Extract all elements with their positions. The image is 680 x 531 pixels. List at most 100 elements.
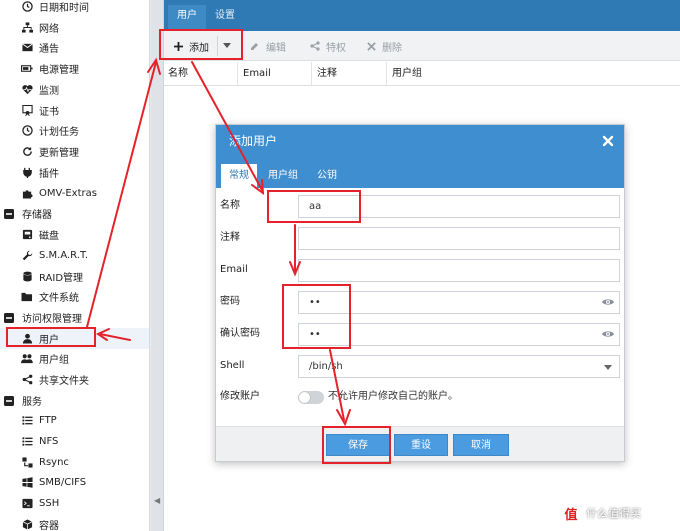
sidebar-item-smb-cifs[interactable]: SMB/CIFS — [0, 472, 149, 493]
windows-icon — [21, 477, 33, 489]
sidebar-item-label: 访问权限管理 — [22, 314, 82, 325]
minus-square-icon — [4, 395, 14, 406]
password-label: 密码 — [220, 296, 240, 307]
folder-icon — [21, 291, 33, 303]
privileges-button[interactable]: 特权 — [310, 36, 346, 56]
toolbar-divider — [217, 36, 218, 56]
sidebar-group-10[interactable]: 存储器 — [0, 203, 149, 224]
email-field[interactable] — [298, 259, 620, 282]
eye-icon[interactable] — [602, 328, 614, 340]
password-field[interactable]: •• — [298, 291, 620, 314]
edit-button[interactable]: 编辑 — [250, 36, 286, 56]
chevron-down-icon[interactable] — [604, 365, 612, 370]
name-field[interactable]: aa — [298, 195, 620, 218]
password-row: 密码 •• — [216, 289, 624, 315]
add-dropdown-button[interactable] — [223, 36, 231, 56]
sidebar-item-14[interactable]: 文件系统 — [0, 286, 149, 307]
sidebar-item-nfs[interactable]: NFS — [0, 431, 149, 452]
sidebar-item-label: SSH — [39, 498, 60, 509]
tab-users[interactable]: 用户 — [168, 5, 206, 31]
sidebar-item-7[interactable]: 更新管理 — [0, 141, 149, 162]
certificate-icon — [21, 105, 33, 117]
modify-account-description: 不允许用户修改自己的账户。 — [328, 391, 458, 402]
sidebar-item-label: 证书 — [39, 107, 59, 118]
share-icon — [310, 41, 320, 51]
dialog-tab-groups[interactable]: 用户组 — [260, 164, 306, 188]
sidebar-item-label: 容器 — [39, 521, 59, 531]
dialog-close-icon[interactable] — [602, 135, 614, 147]
comment-field[interactable] — [298, 227, 620, 250]
add-button-label: 添加 — [189, 42, 209, 54]
grid-header: 名称 Email 注释 用户组 — [164, 62, 680, 86]
shell-label: Shell — [220, 360, 245, 371]
save-button[interactable]: 保存 — [326, 434, 390, 456]
sidebar-item-label: OMV-Extras — [39, 188, 97, 199]
sidebar-item-label: 用户 — [39, 335, 59, 346]
sidebar-item-ssh[interactable]: SSH — [0, 493, 149, 514]
sidebar-splitter[interactable]: ◀ — [151, 0, 164, 531]
name-label: 名称 — [220, 200, 240, 211]
sidebar-item-label: 日期和时间 — [39, 3, 89, 14]
user-icon — [21, 333, 33, 345]
plus-icon — [174, 41, 183, 51]
dialog-tab-bar: 常规 用户组 公钥 — [216, 158, 624, 188]
eye-icon[interactable] — [602, 296, 614, 308]
sidebar-item-3[interactable]: 电源管理 — [0, 58, 149, 79]
list-icon — [21, 415, 33, 427]
minus-square-icon — [4, 208, 14, 219]
modify-account-toggle[interactable] — [298, 391, 324, 404]
column-header-name[interactable]: 名称 — [164, 62, 238, 86]
dialog-footer: 保存 重设 取消 — [216, 426, 624, 461]
users-icon — [21, 353, 33, 365]
sidebar-item-6[interactable]: 计划任务 — [0, 120, 149, 141]
sidebar-item-ftp[interactable]: FTP — [0, 410, 149, 431]
dialog-title-text: 添加用户 — [229, 134, 278, 148]
dialog-tab-public-keys[interactable]: 公钥 — [309, 164, 345, 188]
sidebar-item-1[interactable]: 网络 — [0, 17, 149, 38]
puzzle-icon — [21, 188, 33, 200]
sidebar-item-label: 插件 — [39, 169, 59, 180]
sidebar-item-4[interactable]: 监测 — [0, 79, 149, 100]
comment-row: 注释 — [216, 225, 624, 251]
sidebar-group-15[interactable]: 访问权限管理 — [0, 307, 149, 328]
email-row: Email — [216, 257, 624, 283]
column-header-email[interactable]: Email — [239, 62, 312, 86]
sidebar-item-0[interactable]: 日期和时间 — [0, 0, 149, 17]
dialog-tab-general[interactable]: 常规 — [221, 164, 257, 188]
sidebar-item-16[interactable]: 用户 — [0, 328, 149, 349]
sidebar-item-18[interactable]: 共享文件夹 — [0, 369, 149, 390]
sidebar-item-5[interactable]: 证书 — [0, 100, 149, 121]
tab-settings[interactable]: 设置 — [206, 5, 244, 31]
sidebar-item-label: 共享文件夹 — [39, 376, 89, 387]
delete-button[interactable]: 删除 — [367, 36, 402, 56]
reset-button[interactable]: 重设 — [394, 434, 448, 456]
sidebar-item-label: Rsync — [39, 457, 69, 468]
list-icon — [21, 436, 33, 448]
cancel-button[interactable]: 取消 — [453, 434, 509, 456]
toggle-knob — [299, 392, 310, 403]
sidebar-item-label: RAID管理 — [39, 273, 84, 284]
sidebar-item-rsync[interactable]: Rsync — [0, 452, 149, 473]
close-icon — [367, 41, 376, 51]
sidebar-group-19[interactable]: 服务 — [0, 390, 149, 411]
column-header-comment[interactable]: 注释 — [313, 62, 387, 86]
sidebar-item-omv-extras[interactable]: OMV-Extras — [0, 183, 149, 204]
confirm-password-field[interactable]: •• — [298, 323, 620, 346]
sidebar-item-raid[interactable]: RAID管理 — [0, 266, 149, 287]
sidebar-item-8[interactable]: 插件 — [0, 162, 149, 183]
sidebar-item-17[interactable]: 用户组 — [0, 348, 149, 369]
wrench-icon — [21, 250, 33, 262]
database-icon — [21, 271, 33, 283]
shell-select[interactable]: /bin/sh — [298, 355, 620, 378]
collapse-handle-icon[interactable]: ◀ — [154, 496, 160, 505]
column-header-groups[interactable]: 用户组 — [388, 62, 680, 86]
sidebar-item-s-m-a-r-t[interactable]: S.M.A.R.T. — [0, 245, 149, 266]
sidebar-item-2[interactable]: 通告 — [0, 37, 149, 58]
clock-icon — [21, 1, 33, 13]
toolbar: 添加 编辑 特权 删除 — [164, 31, 680, 61]
add-button[interactable]: 添加 — [174, 36, 209, 56]
share-icon — [21, 374, 33, 386]
sidebar-item-11[interactable]: 磁盘 — [0, 224, 149, 245]
disk-icon — [21, 229, 33, 241]
sidebar-item-25[interactable]: 容器 — [0, 514, 149, 531]
